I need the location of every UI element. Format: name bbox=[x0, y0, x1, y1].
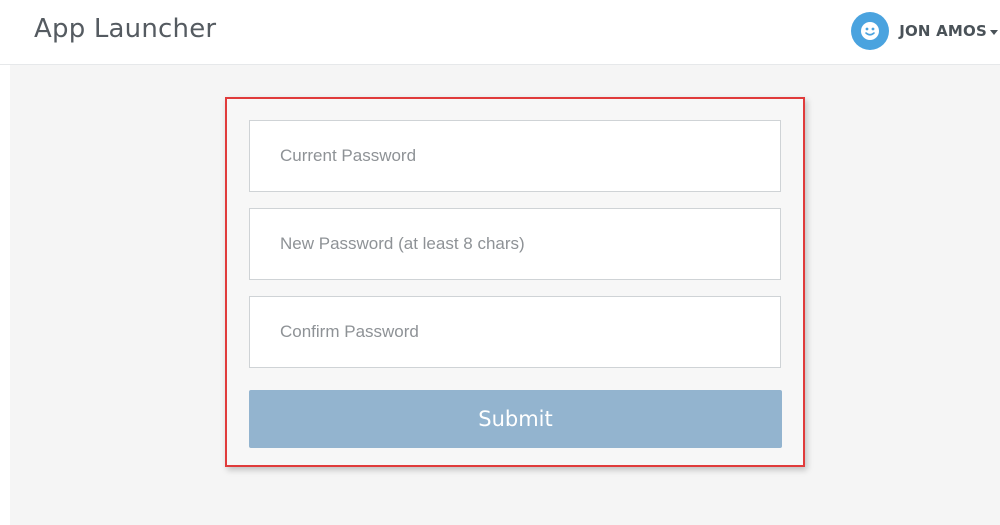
current-password-field[interactable] bbox=[249, 120, 781, 192]
confirm-password-field[interactable] bbox=[249, 296, 781, 368]
chevron-down-icon[interactable] bbox=[990, 29, 998, 35]
smiley-face-icon bbox=[861, 22, 880, 40]
new-password-field[interactable] bbox=[249, 208, 781, 280]
user-menu[interactable]: JON AMOS bbox=[851, 12, 998, 50]
top-header: App Launcher JON AMOS bbox=[0, 0, 1000, 65]
avatar[interactable] bbox=[851, 12, 890, 50]
app-title: App Launcher bbox=[34, 14, 217, 44]
submit-button[interactable]: Submit bbox=[249, 390, 782, 448]
user-name[interactable]: JON AMOS bbox=[899, 22, 987, 40]
